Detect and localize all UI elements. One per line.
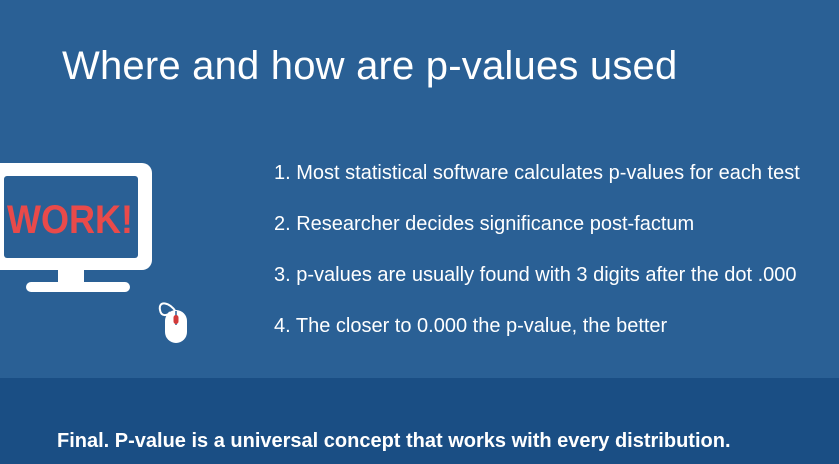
bullet-point: 4. The closer to 0.000 the p-value, the …: [274, 315, 668, 337]
computer-mouse-icon: [158, 302, 187, 343]
computer-monitor-icon: WORK!: [0, 163, 187, 343]
monitor-stand-neck: [58, 270, 84, 284]
mouse-wheel: [173, 315, 179, 324]
bullet-list: 1. Most statistical software calculates …: [274, 160, 800, 364]
monitor-screen-text: WORK!: [7, 198, 133, 242]
footer-text: Final. P-value is a universal concept th…: [57, 430, 731, 452]
bullet-point: 1. Most statistical software calculates …: [274, 162, 800, 184]
monitor-stand-base: [26, 282, 130, 292]
slide-title: Where and how are p-values used: [62, 44, 678, 88]
bullet-point: 3. p-values are usually found with 3 dig…: [274, 264, 797, 286]
bullet-point: 2. Researcher decides significance post-…: [274, 213, 695, 235]
